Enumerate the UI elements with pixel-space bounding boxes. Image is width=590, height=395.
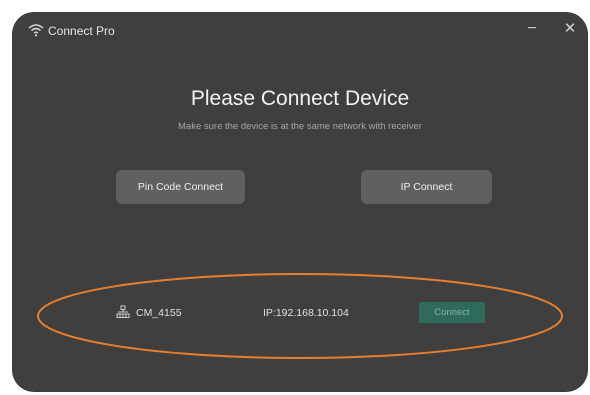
highlight-ellipse <box>37 273 563 359</box>
